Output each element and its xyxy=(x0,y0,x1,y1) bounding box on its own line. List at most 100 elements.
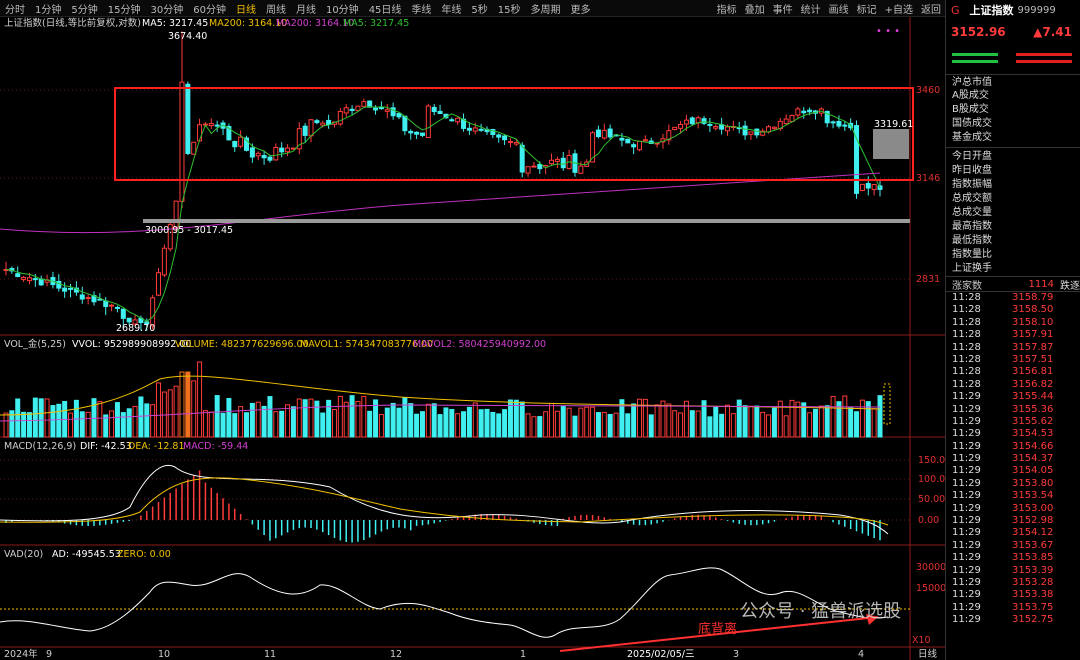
tick-price: 3154.37 xyxy=(1012,453,1054,465)
support-label: 3000.95 - 3017.45 xyxy=(145,225,233,236)
volume-bar xyxy=(584,406,590,438)
timeframe-tab[interactable]: 周线 xyxy=(261,1,291,16)
tool-button[interactable]: 标记 xyxy=(853,1,881,16)
tick-time: 11:29 xyxy=(952,601,981,613)
volume-bar xyxy=(496,413,502,438)
timeframe-tab[interactable]: 年线 xyxy=(436,1,466,16)
price-axis-label: 2831 xyxy=(916,274,940,285)
volume-bar xyxy=(302,399,308,438)
volume-bar xyxy=(331,408,337,438)
volume-bar xyxy=(156,382,162,438)
timeframe-tab[interactable]: 1分钟 xyxy=(30,1,66,16)
candle xyxy=(126,317,132,323)
timeframe-tab[interactable]: 月线 xyxy=(291,1,321,16)
timeframe-tab[interactable]: 10分钟 xyxy=(321,1,364,16)
volume-bar xyxy=(478,409,484,438)
volume-bar xyxy=(754,405,760,438)
quote-header: G 上证指数 999999 xyxy=(946,0,1080,20)
tool-button[interactable]: 统计 xyxy=(797,1,825,16)
volume-bar xyxy=(197,361,203,438)
volume-bar xyxy=(484,408,490,438)
tick-price: 3154.12 xyxy=(1012,527,1054,539)
tool-button[interactable]: 返回 xyxy=(917,1,945,16)
tick-time: 11:28 xyxy=(952,329,981,341)
timeframe-tab[interactable]: 5分钟 xyxy=(66,1,102,16)
tool-button[interactable]: 叠加 xyxy=(741,1,769,16)
date-axis-label: 4 xyxy=(858,649,864,660)
volume-bar xyxy=(560,405,566,438)
date-axis-label: 3 xyxy=(733,649,739,660)
tick-row: 11:28 3158.10 xyxy=(946,317,1080,329)
volume-bar xyxy=(425,403,431,438)
timeframe-tab[interactable]: 多周期 xyxy=(526,1,566,16)
index-stat-label: 上证换手 xyxy=(952,263,992,274)
dif-line xyxy=(0,464,889,535)
volume-bar xyxy=(437,414,443,438)
tick-price: 3155.44 xyxy=(1012,391,1054,403)
candle xyxy=(337,110,343,125)
candle xyxy=(466,127,472,131)
volume-bar xyxy=(824,405,830,438)
timeframe-tab[interactable]: 15分钟 xyxy=(103,1,146,16)
volume-bar xyxy=(32,397,38,438)
tick-row: 11:29 3153.38 xyxy=(946,589,1080,601)
candle xyxy=(179,81,185,202)
volume-bar xyxy=(384,407,390,438)
tick-row: 11:28 3157.87 xyxy=(946,342,1080,354)
timeframe-tab[interactable]: 30分钟 xyxy=(145,1,188,16)
market-stat-label: 基金成交 xyxy=(952,132,992,143)
candle xyxy=(678,123,684,129)
volume-bar xyxy=(402,397,408,438)
kline-chart[interactable]: 3460 3146 2831 3674.40 2689.70 3000.95 - 3017… xyxy=(0,17,945,660)
last-high-label: 3319.61 xyxy=(874,119,913,130)
timeframe-tab[interactable]: 季线 xyxy=(406,1,436,16)
tool-button[interactable]: 指标 xyxy=(713,1,741,16)
candle xyxy=(707,123,713,126)
candle xyxy=(836,120,842,127)
volume-bar xyxy=(595,412,601,438)
tool-button[interactable]: 画线 xyxy=(825,1,853,16)
vol-legend-vvol: VVOL: 952989908992.00 xyxy=(72,339,191,350)
index-stat-label: 指数量比 xyxy=(952,249,992,260)
candle xyxy=(754,128,760,136)
candle xyxy=(642,139,648,142)
volume-bar xyxy=(859,399,865,438)
breadth-value: 1114 xyxy=(1028,278,1054,290)
timeframe-tab[interactable]: 15秒 xyxy=(493,1,526,16)
timeframe-tab[interactable]: 更多 xyxy=(566,1,596,16)
tick-row: 11:28 3157.91 xyxy=(946,329,1080,341)
timeframe-tab[interactable]: 5秒 xyxy=(466,1,492,16)
tool-button[interactable]: 事件 xyxy=(769,1,797,16)
tick-row: 11:28 3158.50 xyxy=(946,304,1080,316)
volume-bar xyxy=(255,401,261,438)
candle xyxy=(807,109,813,113)
divergence-note: 底背离 xyxy=(698,621,737,637)
candle xyxy=(185,83,191,154)
candle xyxy=(21,276,27,280)
timeframe-tab[interactable]: 日线 xyxy=(231,1,261,16)
date-axis-label: 10 xyxy=(158,649,170,660)
timeframe-tab[interactable]: 45日线 xyxy=(364,1,407,16)
tick-price: 3153.38 xyxy=(1012,589,1054,601)
tool-button[interactable]: +自选 xyxy=(881,1,917,16)
volume-bar xyxy=(408,403,414,438)
price-axis-label: 3146 xyxy=(916,173,940,184)
candle xyxy=(361,101,367,107)
timeframe-tab[interactable]: 60分钟 xyxy=(188,1,231,16)
candle xyxy=(308,119,314,137)
volume-bar xyxy=(854,411,860,438)
tick-price: 3155.62 xyxy=(1012,415,1054,427)
volume-bar xyxy=(267,396,273,438)
timeframe-tab[interactable]: 分时 xyxy=(0,1,30,16)
index-name[interactable]: 上证指数 xyxy=(970,2,1014,18)
tick-time: 11:29 xyxy=(952,564,981,576)
volume-bar xyxy=(26,412,32,438)
volume-bar xyxy=(736,399,742,438)
tick-list[interactable]: 11:28 3158.79 11:28 3158.50 11:28 3158.10 11:2… xyxy=(946,292,1080,627)
candle xyxy=(156,272,162,296)
candle xyxy=(496,134,502,138)
price-row: 3152.96 ▲7.41 xyxy=(946,20,1080,44)
volume-bar xyxy=(261,405,267,438)
candle xyxy=(285,147,291,153)
volume-bar xyxy=(719,413,725,438)
